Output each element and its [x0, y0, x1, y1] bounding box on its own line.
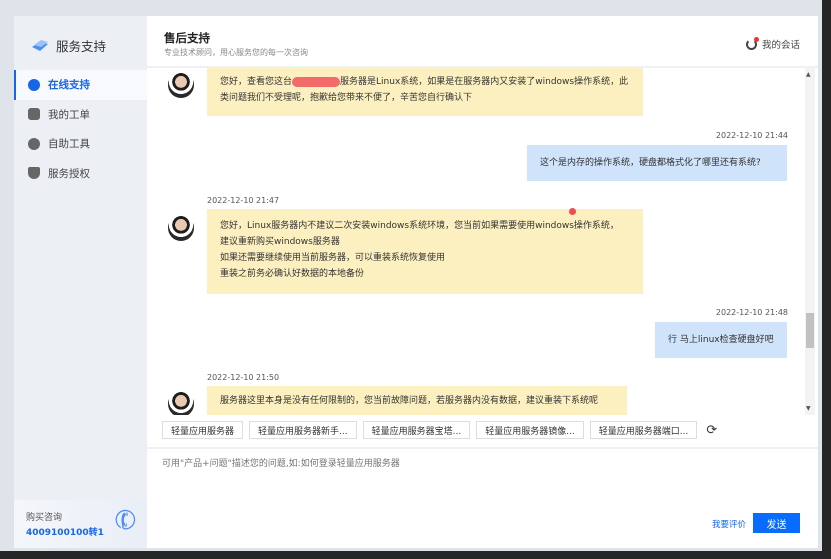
sidebar: 服务支持 在线支持 我的工单 自助工具 服务授权 购买咨询 4009100100…: [14, 16, 147, 548]
scrollbar-thumb[interactable]: [806, 313, 814, 348]
refresh-icon[interactable]: ⟳: [706, 423, 717, 438]
sidebar-item-label: 我的工单: [48, 108, 90, 121]
page-subtitle: 专业技术顾问，用心服务您的每一次咨询: [164, 48, 308, 57]
scroll-down-icon[interactable]: ▼: [806, 405, 811, 412]
message-time: 2022-12-10 21:47: [207, 196, 280, 205]
header: 售后支持 专业技术顾问，用心服务您的每一次咨询 我的会话: [147, 16, 818, 68]
my-sessions-label: 我的会话: [761, 40, 800, 51]
message-line: 重装之前务必确认好数据的本地备份: [220, 269, 365, 279]
sidebar-item-my-tickets[interactable]: 我的工单: [14, 100, 147, 130]
quick-questions: 轻量应用服务器 轻量应用服务器新手... 轻量应用服务器宝塔... 轻量应用服务…: [162, 421, 717, 439]
phone-icon: ✆: [110, 503, 142, 539]
redacted-mark: [292, 76, 341, 87]
sidebar-item-online-support[interactable]: 在线支持: [14, 70, 147, 100]
scroll-up-icon[interactable]: ▲: [806, 71, 811, 78]
shield-icon: [28, 167, 40, 180]
agent-avatar: [168, 72, 194, 98]
page-title: 售后支持: [164, 31, 210, 45]
quick-question-chip[interactable]: 轻量应用服务器宝塔...: [362, 421, 471, 439]
quick-question-chip[interactable]: 轻量应用服务器: [162, 421, 244, 439]
purchase-consult[interactable]: 购买咨询 4009100100转1 ✆: [14, 500, 147, 548]
wrench-icon: [28, 137, 40, 150]
agent-message: 您好，Linux服务器内不建议二次安装windows系统环境，您当前如果需要使用…: [207, 209, 643, 294]
brand: 服务支持: [30, 36, 106, 55]
chat-area: 您好，查看您这台 服务器是Linux系统，如果是在服务器内又安装了windows操…: [147, 68, 818, 415]
purchase-phone[interactable]: 4009100100转1: [26, 525, 104, 538]
user-message: 行 马上linux检查硬盘好吧: [655, 322, 787, 358]
sidebar-item-self-service[interactable]: 自助工具: [14, 129, 147, 159]
sidebar-nav: 在线支持 我的工单 自助工具 服务授权: [14, 70, 147, 188]
message-time: 2022-12-10 21:44: [715, 131, 788, 140]
quick-question-chip[interactable]: 轻量应用服务器镜像...: [476, 421, 584, 439]
main-panel: 售后支持 专业技术顾问，用心服务您的每一次咨询 我的会话 您好，查看您这台 服务器…: [147, 16, 818, 548]
purchase-title: 购买咨询: [26, 513, 63, 523]
message-text: 您好，查看您这台: [220, 77, 293, 87]
message-line: 如果还需要继续使用当前服务器，可以重装系统恢复使用: [220, 253, 446, 263]
sidebar-item-label: 在线支持: [48, 79, 90, 92]
agent-avatar: [168, 215, 194, 241]
cursor-dot: [569, 208, 576, 215]
message-time: 2022-12-10 21:50: [207, 373, 280, 382]
sidebar-item-label: 服务授权: [48, 167, 90, 180]
session-icon: [745, 36, 759, 50]
agent-message: 服务器这里本身是没有任何限制的，您当前故障问题，若服务器内没有数据，建议重装下系…: [207, 386, 627, 415]
message-line: 您好，Linux服务器内不建议二次安装windows系统环境，您当前如果需要使用…: [220, 221, 619, 231]
chat-icon: [28, 78, 40, 91]
agent-avatar: [168, 391, 194, 415]
chat-scrollbar[interactable]: ▲ ▼: [805, 68, 815, 415]
brand-logo-icon: [32, 39, 48, 51]
my-sessions-button[interactable]: 我的会话: [745, 36, 800, 51]
sidebar-item-label: 自助工具: [48, 138, 90, 151]
quick-question-chip[interactable]: 轻量应用服务器端口...: [589, 421, 698, 439]
brand-name: 服务支持: [56, 39, 107, 54]
sidebar-item-authorization[interactable]: 服务授权: [14, 159, 147, 189]
message-line: 建议重新购买windows服务器: [220, 237, 340, 247]
divider: [147, 447, 818, 449]
quick-question-chip[interactable]: 轻量应用服务器新手...: [249, 421, 357, 439]
agent-message: 您好，查看您这台 服务器是Linux系统，如果是在服务器内又安装了windows操…: [207, 68, 643, 116]
user-message: 这个是内存的操作系统，硬盘都格式化了哪里还有系统?: [527, 145, 787, 181]
message-time: 2022-12-10 21:48: [715, 308, 788, 317]
clipboard-icon: [28, 108, 40, 121]
send-button[interactable]: 发送: [753, 513, 800, 533]
rate-service-link[interactable]: 我要评价: [712, 518, 746, 530]
message-input[interactable]: [162, 456, 802, 501]
window: 服务支持 在线支持 我的工单 自助工具 服务授权 购买咨询 4009100100…: [0, 0, 822, 551]
